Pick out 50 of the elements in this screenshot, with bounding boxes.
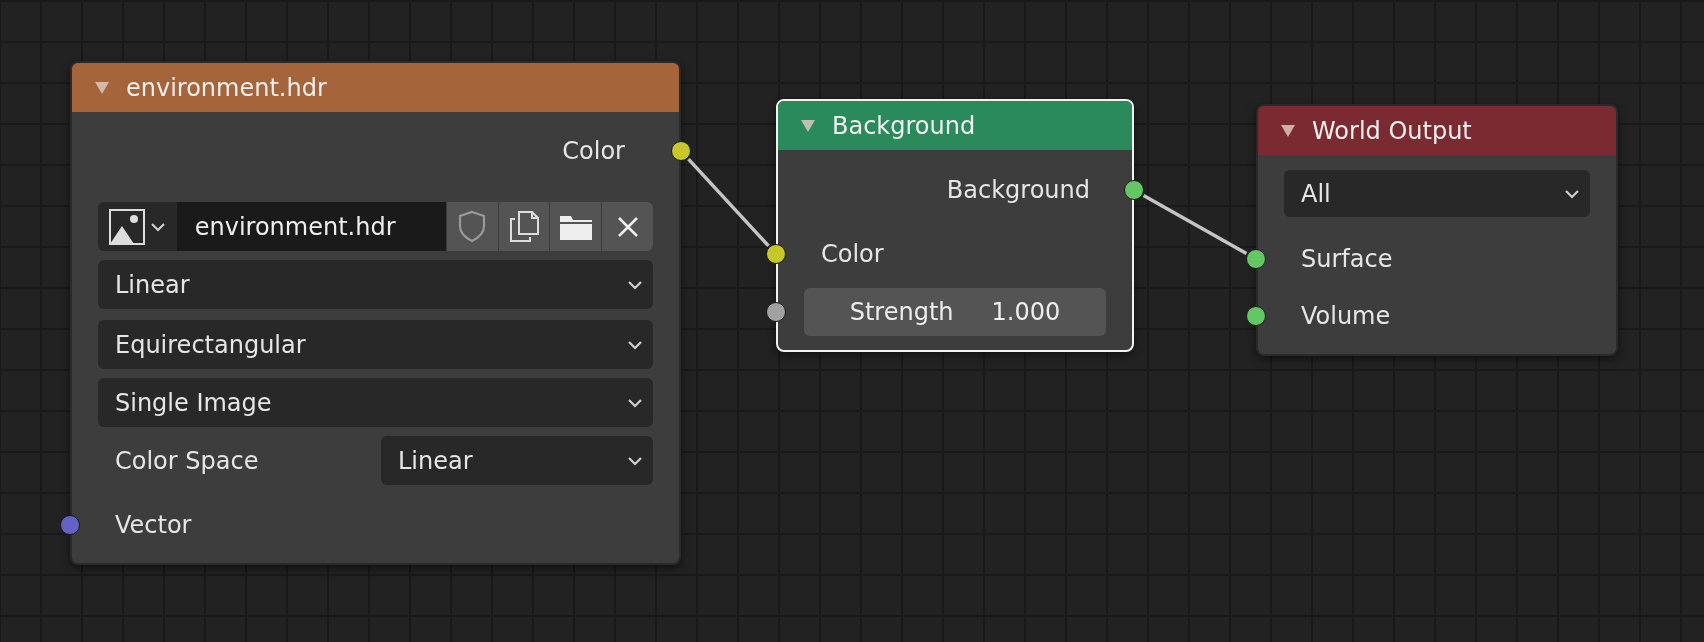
- close-button[interactable]: [601, 202, 653, 251]
- dropdown-value: All: [1301, 178, 1331, 210]
- image-name-field[interactable]: environment.hdr: [176, 202, 446, 251]
- dropdown[interactable]: Single Image: [98, 378, 653, 427]
- dropdown[interactable]: All: [1284, 170, 1590, 217]
- output-socket[interactable]: [1124, 180, 1144, 200]
- node-panel[interactable]: Background Background Color Strength 1.000: [776, 99, 1134, 352]
- socket-label: Background: [946, 175, 1090, 206]
- node-title: Background: [832, 110, 976, 142]
- chevron-down-icon: [1564, 187, 1580, 200]
- value-field[interactable]: Strength 1.000: [804, 288, 1106, 336]
- chevron-down-icon: [150, 220, 167, 233]
- dropdown-value: Equirectangular: [115, 329, 306, 361]
- collapse-icon[interactable]: [94, 79, 110, 96]
- fake-user-button[interactable]: [445, 202, 498, 251]
- dropdown[interactable]: Linear: [98, 260, 653, 309]
- dropdown-value: Linear: [115, 269, 190, 301]
- input-socket[interactable]: [766, 302, 786, 322]
- node-panel[interactable]: environment.hdr Color environment.hdr Linear Equirectangular Single Image Color Space Linear Vector: [70, 61, 681, 565]
- input-socket[interactable]: [1246, 306, 1266, 326]
- input-socket[interactable]: [1246, 249, 1266, 269]
- chevron-down-icon: [627, 278, 643, 291]
- image-browse-button[interactable]: [98, 202, 177, 251]
- chevron-down-icon: [627, 396, 643, 409]
- duplicate-button[interactable]: [497, 202, 550, 251]
- shield-icon: [458, 210, 487, 243]
- socket-label: Color: [821, 239, 884, 270]
- chevron-down-icon: [627, 338, 643, 351]
- field-value: 1.000: [991, 297, 1061, 328]
- field-label: Strength: [849, 297, 954, 328]
- socket-label: Color: [562, 136, 625, 167]
- dropdown-value: Single Image: [115, 387, 272, 419]
- dropdown[interactable]: Linear: [381, 436, 653, 485]
- collapse-icon[interactable]: [1280, 122, 1296, 139]
- node-panel[interactable]: World Output All Surface Volume: [1256, 104, 1618, 356]
- node-title: environment.hdr: [126, 72, 327, 104]
- dropdown[interactable]: Equirectangular: [98, 320, 653, 369]
- close-icon: [615, 214, 640, 239]
- image-icon: [108, 207, 147, 246]
- node-title: World Output: [1312, 115, 1472, 147]
- dropdown-value: Linear: [398, 445, 473, 477]
- field-label: Color Space: [115, 445, 260, 477]
- input-socket[interactable]: [766, 244, 786, 264]
- socket-label: Vector: [115, 510, 192, 541]
- open-button[interactable]: [549, 202, 602, 251]
- socket-label: Volume: [1301, 301, 1391, 332]
- input-socket[interactable]: [60, 515, 80, 535]
- socket-label: Surface: [1301, 244, 1393, 275]
- chevron-down-icon: [627, 454, 643, 467]
- copy-icon: [507, 210, 540, 243]
